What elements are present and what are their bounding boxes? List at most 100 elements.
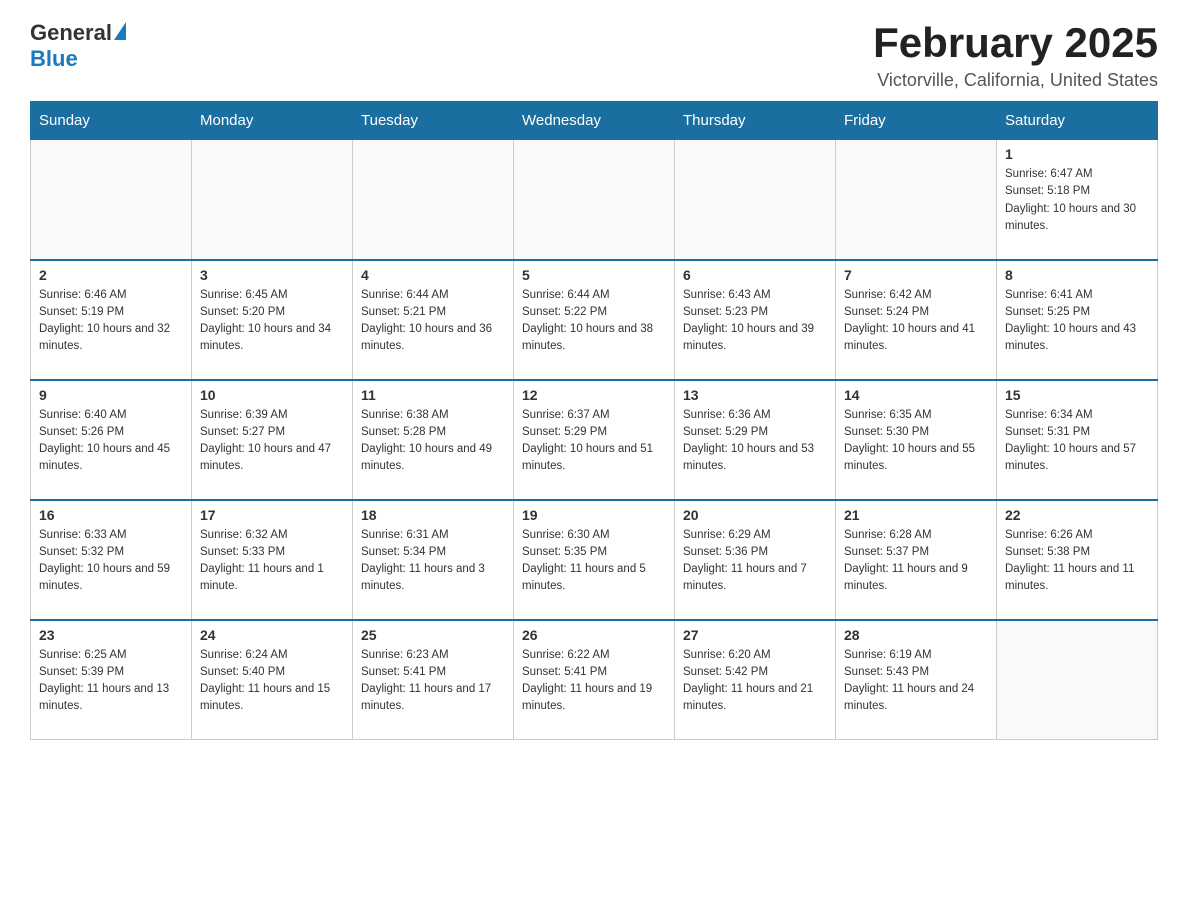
day-number: 22 (1005, 507, 1149, 523)
day-number: 10 (200, 387, 344, 403)
day-info: Sunrise: 6:41 AM Sunset: 5:25 PM Dayligh… (1005, 287, 1149, 356)
day-info: Sunrise: 6:42 AM Sunset: 5:24 PM Dayligh… (844, 287, 988, 356)
day-info: Sunrise: 6:20 AM Sunset: 5:42 PM Dayligh… (683, 647, 827, 716)
day-info: Sunrise: 6:40 AM Sunset: 5:26 PM Dayligh… (39, 407, 183, 476)
calendar-day-cell: 17 Sunrise: 6:32 AM Sunset: 5:33 PM Dayli… (192, 500, 353, 620)
calendar-day-cell: 20 Sunrise: 6:29 AM Sunset: 5:36 PM Dayli… (675, 500, 836, 620)
title-block: February 2025 Victorville, California, U… (873, 20, 1158, 91)
day-of-week-header: Wednesday (514, 102, 675, 140)
day-number: 25 (361, 627, 505, 643)
day-info: Sunrise: 6:45 AM Sunset: 5:20 PM Dayligh… (200, 287, 344, 356)
calendar-day-cell: 24 Sunrise: 6:24 AM Sunset: 5:40 PM Dayli… (192, 620, 353, 740)
day-info: Sunrise: 6:43 AM Sunset: 5:23 PM Dayligh… (683, 287, 827, 356)
day-number: 15 (1005, 387, 1149, 403)
calendar-day-cell: 26 Sunrise: 6:22 AM Sunset: 5:41 PM Dayli… (514, 620, 675, 740)
calendar-day-cell: 27 Sunrise: 6:20 AM Sunset: 5:42 PM Dayli… (675, 620, 836, 740)
day-number: 11 (361, 387, 505, 403)
calendar-day-cell: 25Sunrise: 6:23 AM Sunset: 5:41 PM Dayli… (353, 620, 514, 740)
day-info: Sunrise: 6:29 AM Sunset: 5:36 PM Dayligh… (683, 527, 827, 596)
day-info: Sunrise: 6:33 AM Sunset: 5:32 PM Dayligh… (39, 527, 183, 596)
day-number: 1 (1005, 146, 1149, 162)
day-number: 23 (39, 627, 183, 643)
day-info: Sunrise: 6:36 AM Sunset: 5:29 PM Dayligh… (683, 407, 827, 476)
calendar-day-cell: 28 Sunrise: 6:19 AM Sunset: 5:43 PM Dayli… (836, 620, 997, 740)
day-of-week-header: Thursday (675, 102, 836, 140)
day-number: 28 (844, 627, 988, 643)
calendar-day-cell: 13 Sunrise: 6:36 AM Sunset: 5:29 PM Dayli… (675, 380, 836, 500)
calendar-day-cell (192, 140, 353, 260)
day-number: 19 (522, 507, 666, 523)
day-number: 5 (522, 267, 666, 283)
day-number: 3 (200, 267, 344, 283)
day-number: 20 (683, 507, 827, 523)
day-info: Sunrise: 6:32 AM Sunset: 5:33 PM Dayligh… (200, 527, 344, 596)
day-number: 12 (522, 387, 666, 403)
day-info: Sunrise: 6:46 AM Sunset: 5:19 PM Dayligh… (39, 287, 183, 356)
location-subtitle: Victorville, California, United States (873, 70, 1158, 91)
day-number: 14 (844, 387, 988, 403)
day-number: 6 (683, 267, 827, 283)
calendar-day-cell: 23 Sunrise: 6:25 AM Sunset: 5:39 PM Dayli… (31, 620, 192, 740)
calendar-day-cell (836, 140, 997, 260)
day-number: 7 (844, 267, 988, 283)
day-info: Sunrise: 6:39 AM Sunset: 5:27 PM Dayligh… (200, 407, 344, 476)
day-info: Sunrise: 6:34 AM Sunset: 5:31 PM Dayligh… (1005, 407, 1149, 476)
calendar-day-cell: 1 Sunrise: 6:47 AM Sunset: 5:18 PM Daylig… (997, 140, 1158, 260)
day-info: Sunrise: 6:26 AM Sunset: 5:38 PM Dayligh… (1005, 527, 1149, 596)
calendar-day-cell: 18 Sunrise: 6:31 AM Sunset: 5:34 PM Dayli… (353, 500, 514, 620)
day-info: Sunrise: 6:47 AM Sunset: 5:18 PM Dayligh… (1005, 166, 1149, 235)
calendar-week-row: 9 Sunrise: 6:40 AM Sunset: 5:26 PM Daylig… (31, 380, 1158, 500)
calendar-day-cell: 19 Sunrise: 6:30 AM Sunset: 5:35 PM Dayli… (514, 500, 675, 620)
calendar-header-row: SundayMondayTuesdayWednesdayThursdayFrid… (31, 102, 1158, 140)
day-number: 18 (361, 507, 505, 523)
day-of-week-header: Friday (836, 102, 997, 140)
calendar-day-cell: 12 Sunrise: 6:37 AM Sunset: 5:29 PM Dayli… (514, 380, 675, 500)
calendar-week-row: 23 Sunrise: 6:25 AM Sunset: 5:39 PM Dayli… (31, 620, 1158, 740)
day-info: Sunrise: 6:37 AM Sunset: 5:29 PM Dayligh… (522, 407, 666, 476)
calendar-day-cell: 21 Sunrise: 6:28 AM Sunset: 5:37 PM Dayli… (836, 500, 997, 620)
day-number: 2 (39, 267, 183, 283)
day-number: 16 (39, 507, 183, 523)
page-header: General Blue February 2025 Victorville, … (30, 20, 1158, 91)
day-of-week-header: Monday (192, 102, 353, 140)
day-number: 21 (844, 507, 988, 523)
day-info: Sunrise: 6:22 AM Sunset: 5:41 PM Dayligh… (522, 647, 666, 716)
day-info: Sunrise: 6:38 AM Sunset: 5:28 PM Dayligh… (361, 407, 505, 476)
calendar-day-cell: 11 Sunrise: 6:38 AM Sunset: 5:28 PM Dayli… (353, 380, 514, 500)
day-info: Sunrise: 6:28 AM Sunset: 5:37 PM Dayligh… (844, 527, 988, 596)
calendar-day-cell: 4Sunrise: 6:44 AM Sunset: 5:21 PM Daylig… (353, 260, 514, 380)
logo: General Blue (30, 20, 126, 72)
day-info: Sunrise: 6:25 AM Sunset: 5:39 PM Dayligh… (39, 647, 183, 716)
calendar-day-cell (514, 140, 675, 260)
day-info: Sunrise: 6:35 AM Sunset: 5:30 PM Dayligh… (844, 407, 988, 476)
day-number: 26 (522, 627, 666, 643)
day-number: 13 (683, 387, 827, 403)
calendar-day-cell: 5 Sunrise: 6:44 AM Sunset: 5:22 PM Daylig… (514, 260, 675, 380)
calendar-week-row: 16 Sunrise: 6:33 AM Sunset: 5:32 PM Dayli… (31, 500, 1158, 620)
logo-blue-text: Blue (30, 46, 78, 72)
day-of-week-header: Saturday (997, 102, 1158, 140)
calendar-day-cell: 3 Sunrise: 6:45 AM Sunset: 5:20 PM Daylig… (192, 260, 353, 380)
day-number: 24 (200, 627, 344, 643)
day-number: 9 (39, 387, 183, 403)
calendar-week-row: 2 Sunrise: 6:46 AM Sunset: 5:19 PM Daylig… (31, 260, 1158, 380)
day-info: Sunrise: 6:31 AM Sunset: 5:34 PM Dayligh… (361, 527, 505, 596)
day-info: Sunrise: 6:30 AM Sunset: 5:35 PM Dayligh… (522, 527, 666, 596)
day-info: Sunrise: 6:44 AM Sunset: 5:22 PM Dayligh… (522, 287, 666, 356)
calendar-table: SundayMondayTuesdayWednesdayThursdayFrid… (30, 101, 1158, 740)
calendar-day-cell: 14 Sunrise: 6:35 AM Sunset: 5:30 PM Dayli… (836, 380, 997, 500)
month-title: February 2025 (873, 20, 1158, 66)
calendar-day-cell: 9 Sunrise: 6:40 AM Sunset: 5:26 PM Daylig… (31, 380, 192, 500)
day-number: 27 (683, 627, 827, 643)
logo-general-text: General (30, 20, 112, 46)
day-number: 8 (1005, 267, 1149, 283)
day-info: Sunrise: 6:24 AM Sunset: 5:40 PM Dayligh… (200, 647, 344, 716)
day-info: Sunrise: 6:19 AM Sunset: 5:43 PM Dayligh… (844, 647, 988, 716)
calendar-day-cell: 6 Sunrise: 6:43 AM Sunset: 5:23 PM Daylig… (675, 260, 836, 380)
calendar-day-cell (675, 140, 836, 260)
calendar-day-cell (31, 140, 192, 260)
calendar-day-cell: 8 Sunrise: 6:41 AM Sunset: 5:25 PM Daylig… (997, 260, 1158, 380)
day-number: 17 (200, 507, 344, 523)
calendar-day-cell: 16 Sunrise: 6:33 AM Sunset: 5:32 PM Dayli… (31, 500, 192, 620)
calendar-day-cell: 10 Sunrise: 6:39 AM Sunset: 5:27 PM Dayli… (192, 380, 353, 500)
